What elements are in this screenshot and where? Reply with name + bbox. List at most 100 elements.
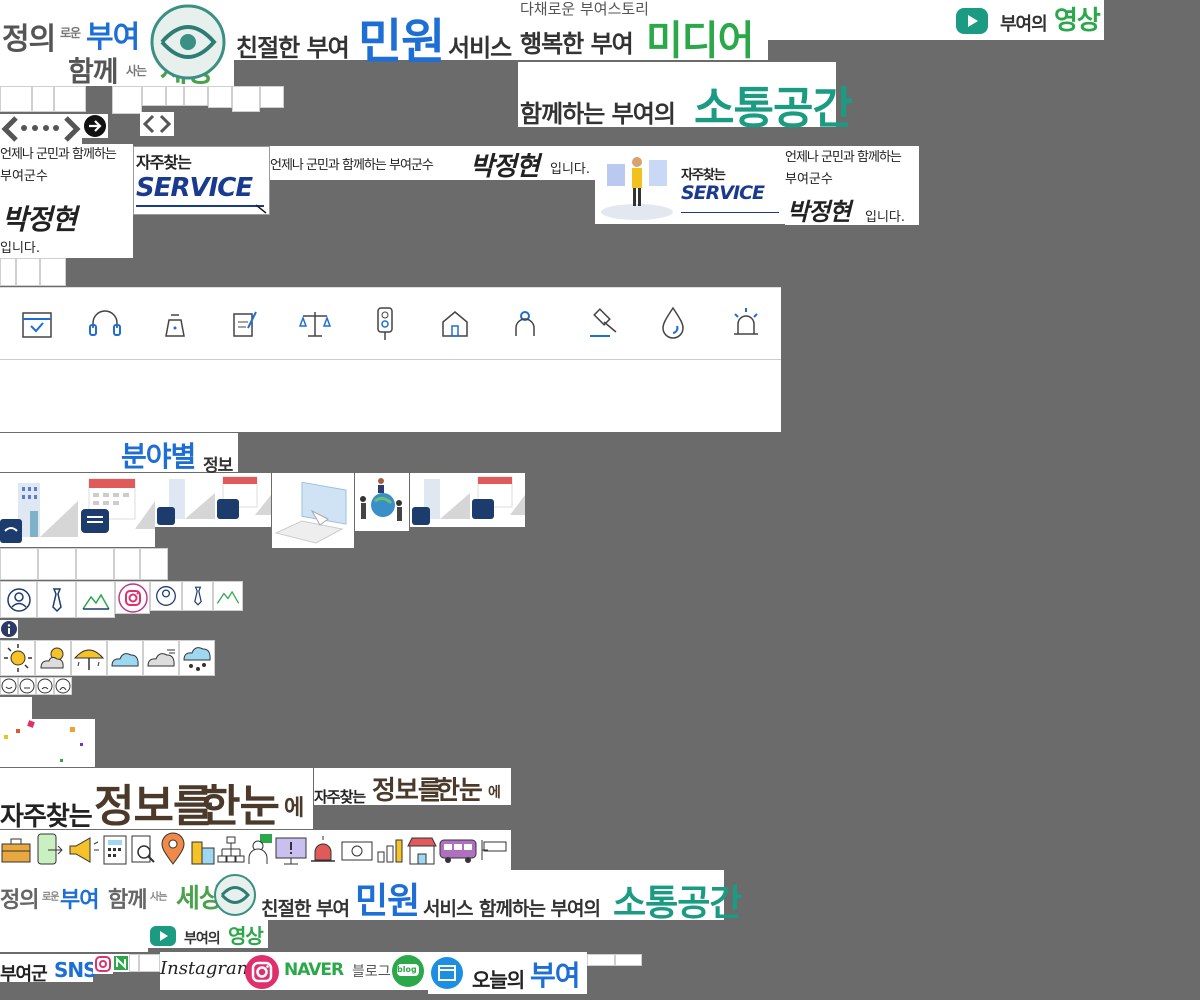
face-bad [36, 677, 54, 695]
dots-icon[interactable] [20, 124, 60, 132]
footer-banner-civil[interactable]: 친절한 부여 민원 서비스 [259, 870, 477, 922]
placeholder-box [142, 86, 166, 106]
freq-info-banner-small[interactable]: 자주찾는 정보를 한눈 에 [314, 768, 511, 806]
banner-video-b: 영상 [1054, 6, 1101, 36]
banner-civil-c: 서비스 [448, 34, 512, 62]
calendar-chat-icon [217, 476, 271, 519]
person-icon[interactable] [510, 308, 540, 340]
bag-icon[interactable] [160, 308, 190, 340]
placeholder-box [615, 954, 642, 966]
siren-icon[interactable] [730, 306, 762, 340]
siren-icon[interactable] [308, 834, 338, 866]
mountain-button-small[interactable] [213, 581, 243, 611]
phone-arrow-icon[interactable] [34, 832, 66, 866]
info-icon [1, 621, 17, 637]
megaphone-icon[interactable] [66, 834, 100, 866]
document-edit-icon[interactable] [230, 308, 260, 340]
tile-building[interactable] [0, 473, 79, 547]
money-icon[interactable] [340, 838, 374, 864]
chevron-left-icon[interactable] [0, 114, 20, 144]
naver-blog-link[interactable]: NAVER 블로그 blog [282, 952, 428, 990]
tile-globe-people[interactable] [355, 473, 409, 531]
slogan-right-name: 박정현 [787, 198, 851, 226]
person-screen-illustration-icon [601, 157, 673, 220]
shop-icon[interactable] [406, 834, 438, 866]
headset-icon[interactable] [88, 308, 122, 340]
placeholder-box [587, 954, 615, 966]
chevron-right-icon[interactable] [62, 114, 82, 144]
info-button[interactable] [0, 620, 18, 638]
banner-media-a: 다채로운 부여스토리 [520, 0, 649, 18]
tile-calendar-small2[interactable] [470, 473, 525, 527]
person-chat-icon[interactable] [246, 832, 274, 866]
map-pin-icon[interactable] [158, 832, 188, 866]
arrow-right-circle-icon[interactable] [83, 114, 107, 138]
tile-building-small2[interactable] [410, 473, 470, 527]
weather-snow [179, 640, 215, 676]
weather-overcast [143, 640, 179, 676]
instagram-link[interactable]: Instagram [160, 952, 282, 990]
footer-comm-b: 소통공간 [613, 883, 742, 924]
field-info-title: 분야별 정보 [119, 433, 238, 476]
naver-icon [114, 956, 128, 970]
freq-info-small-c: 한눈 [436, 776, 483, 806]
bar-chart-icon[interactable] [374, 834, 406, 866]
tile-calendar[interactable] [79, 473, 155, 547]
search-document-icon[interactable] [130, 834, 158, 866]
sns-naver-small[interactable] [113, 954, 129, 972]
tie-button[interactable] [37, 581, 76, 618]
tile-calendar-small[interactable] [215, 473, 271, 527]
calendar-icon[interactable] [20, 308, 54, 340]
placeholder-box [16, 258, 40, 286]
freq-info-banner[interactable]: 자주찾는 정보를 한눈 에 [0, 768, 313, 832]
today-buyeo-link[interactable]: 오늘의 부여 [428, 952, 587, 994]
placeholder-box [166, 86, 184, 106]
gavel-icon[interactable] [586, 306, 620, 340]
calculator-icon[interactable] [102, 834, 128, 866]
service-a: 자주찾는 [136, 153, 192, 172]
buildings-icon[interactable] [190, 834, 216, 866]
user-circle-button[interactable] [0, 581, 37, 618]
footer-banner-justice[interactable]: 정의 로운 부여 함께 사는 세상 [0, 870, 259, 920]
footer-banner-video[interactable]: 부여의 영상 [148, 920, 268, 948]
quick-menu-panel [0, 360, 781, 432]
tie-button-small[interactable] [182, 581, 213, 611]
service-button[interactable]: 자주찾는 SERVICE [133, 146, 270, 215]
weather-partly-cloudy [35, 640, 71, 676]
bus-icon[interactable] [438, 836, 478, 864]
sad-face-icon [37, 678, 53, 694]
slogan-inline-suffix: 입니다. [550, 162, 591, 177]
chevron-left-icon[interactable] [142, 114, 156, 134]
traffic-light-icon[interactable] [372, 306, 398, 342]
sns-instagram-small[interactable] [93, 954, 113, 974]
footer-video-b: 영상 [228, 924, 264, 948]
tile-computer-hand[interactable] [272, 473, 354, 548]
freq-info-d: 에 [284, 796, 304, 821]
scale-icon[interactable] [298, 308, 332, 340]
banner-media[interactable]: 다채로운 부여스토리 행복한 부여 미디어 [518, 0, 768, 64]
instagram-button[interactable] [115, 581, 150, 614]
tile-building-small[interactable] [155, 473, 215, 527]
top-strip [768, 0, 954, 40]
briefcase-icon[interactable] [0, 834, 32, 866]
banner-communication[interactable]: 함께하는 부여의 소통공간 [518, 62, 853, 134]
banner-justice[interactable]: 정의 로운 부여 함께 사는 세상 [0, 0, 234, 89]
water-drop-icon[interactable] [660, 306, 686, 340]
banner-civil-service[interactable]: 친절한 부여 민원 서비스 [234, 0, 518, 70]
user-circle-button-small[interactable] [150, 581, 182, 611]
cctv-icon[interactable] [478, 836, 510, 864]
house-icon[interactable] [440, 308, 470, 340]
cloud-wind-icon [147, 649, 175, 667]
chevron-right-icon[interactable] [158, 114, 172, 134]
org-chart-icon[interactable] [216, 834, 246, 866]
weather-sunny [0, 640, 35, 676]
monitor-alert-icon[interactable] [274, 834, 308, 866]
banner-video[interactable]: 부여의 영상 [954, 0, 1104, 40]
neutral-face-icon [19, 678, 35, 694]
service-illustration-card[interactable]: 자주찾는 SERVICE [595, 146, 785, 224]
footer-banner-communication[interactable]: 함께하는 부여의 소통공간 [477, 870, 742, 924]
placeholder-box [184, 86, 208, 106]
dragon-emblem-icon [214, 874, 256, 916]
mountain-button[interactable] [76, 581, 115, 618]
placeholder-box [0, 548, 38, 580]
